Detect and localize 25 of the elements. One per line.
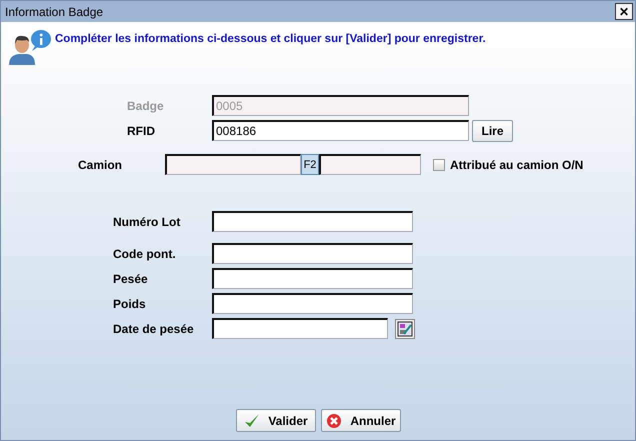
field-label: Numéro Lot [112, 214, 182, 228]
rfid-field[interactable]: 008186 [212, 120, 469, 141]
instruction-text: Compléter les informations ci-dessous et cliquer sur [Valider] pour enregistrer. [55, 33, 486, 45]
close-button[interactable]: ✕ [615, 3, 633, 20]
field-label: Camion [77, 158, 124, 172]
field-label: Date de pesée [112, 322, 195, 336]
field-label: Pesée [112, 272, 149, 286]
field-label: Poids [112, 296, 147, 310]
checkbox-label: Attribué au camion O/N [450, 158, 584, 172]
text-field[interactable] [212, 243, 413, 264]
dialog-button[interactable]: Annuler [321, 409, 401, 432]
dialog-button[interactable]: Valider [236, 409, 316, 432]
calendar-button[interactable] [395, 318, 415, 338]
text-field[interactable] [212, 268, 413, 289]
field-label: Badge [126, 98, 165, 112]
window-title: Information Badge [5, 4, 104, 18]
read-button[interactable]: Lire [472, 120, 513, 142]
check-icon [244, 412, 260, 428]
field-label: Code pont. [112, 246, 177, 260]
text-field[interactable] [212, 293, 413, 314]
text-field[interactable] [212, 211, 413, 232]
user-info-icon [7, 29, 51, 65]
field-label: RFID [126, 124, 156, 138]
date-field[interactable] [212, 318, 388, 339]
cancel-icon [326, 412, 342, 428]
